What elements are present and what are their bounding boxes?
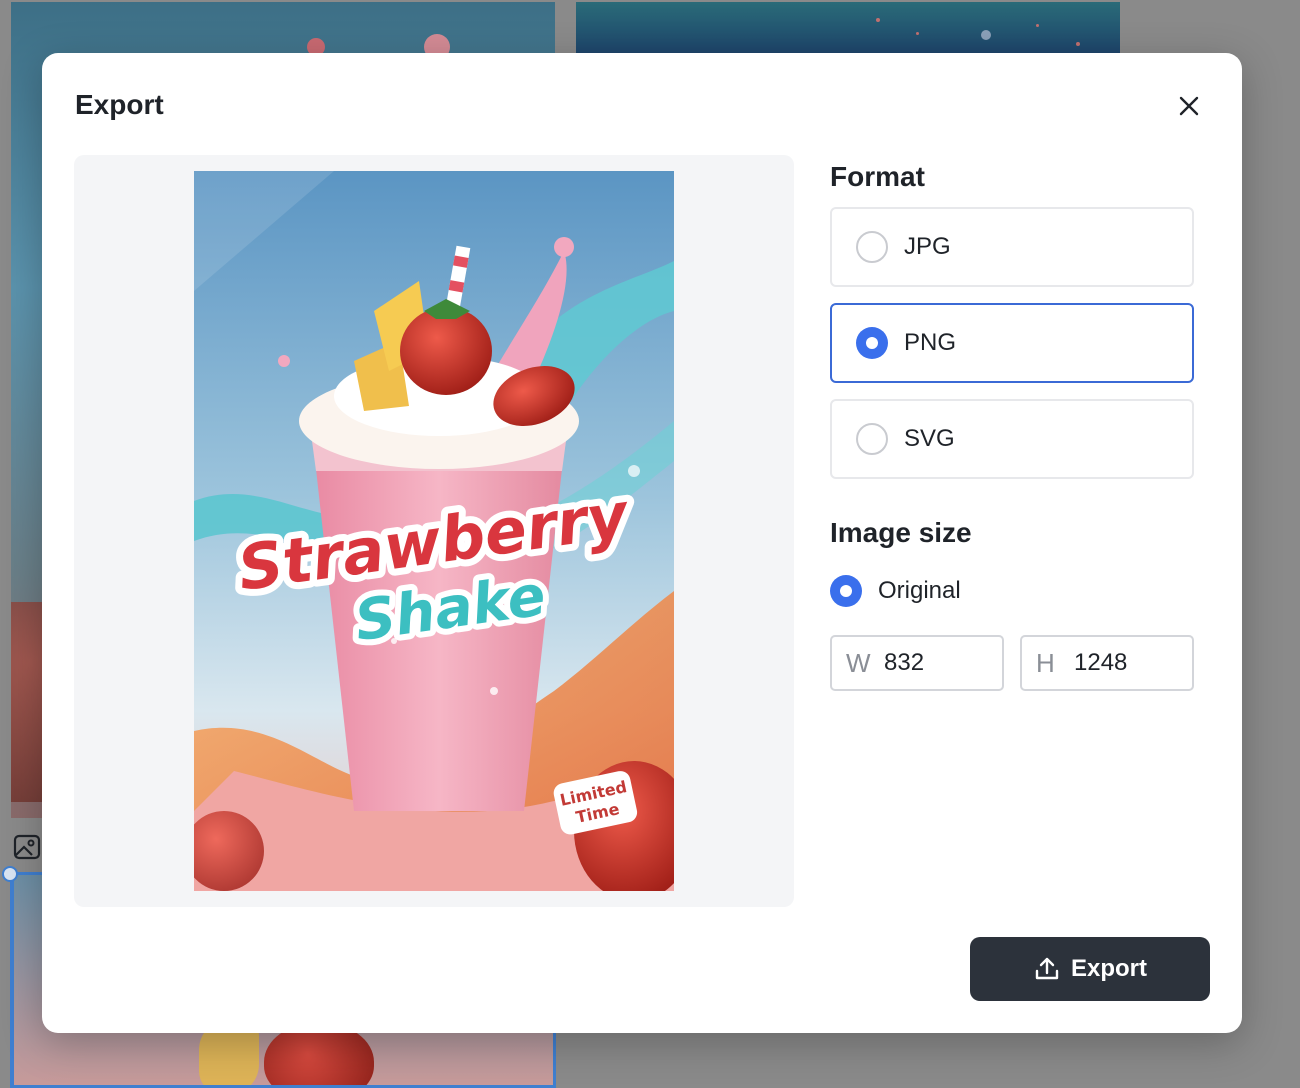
selection-outline: [10, 874, 13, 1088]
width-value[interactable]: 832: [884, 649, 924, 677]
dialog-title: Export: [75, 89, 164, 120]
close-button[interactable]: [1172, 89, 1206, 123]
format-heading: Format: [830, 161, 925, 192]
export-dialog: Export Strawberry Strawberry Shake Shake…: [42, 53, 1242, 1033]
width-prefix: W: [846, 647, 871, 678]
preview-image: Strawberry Strawberry Shake Shake Limite…: [194, 171, 674, 891]
format-option-label: SVG: [904, 425, 955, 452]
height-field[interactable]: H 1248: [1020, 635, 1194, 691]
export-button-label: Export: [1070, 955, 1147, 982]
radio-button-checked[interactable]: [830, 575, 862, 607]
radio-button[interactable]: [856, 231, 888, 263]
size-option-original[interactable]: Original: [830, 573, 961, 609]
format-option-png[interactable]: PNG: [830, 303, 1194, 383]
format-option-label: JPG: [904, 233, 951, 260]
upload-icon: [1035, 957, 1059, 980]
close-icon: [1179, 96, 1199, 116]
image-icon: [13, 834, 41, 860]
export-preview: Strawberry Strawberry Shake Shake Limite…: [74, 155, 794, 907]
radio-button-checked[interactable]: [856, 327, 888, 359]
radio-button[interactable]: [856, 423, 888, 455]
image-size-heading: Image size: [830, 517, 972, 548]
format-option-svg[interactable]: SVG: [830, 399, 1194, 479]
height-value[interactable]: 1248: [1074, 649, 1127, 677]
format-option-label: PNG: [904, 329, 957, 356]
export-button[interactable]: Export: [970, 937, 1210, 1001]
size-option-label: Original: [878, 577, 961, 604]
format-option-jpg[interactable]: JPG: [830, 207, 1194, 287]
width-field[interactable]: W 832: [830, 635, 1004, 691]
resize-handle[interactable]: [2, 866, 18, 882]
height-prefix: H: [1036, 647, 1055, 678]
